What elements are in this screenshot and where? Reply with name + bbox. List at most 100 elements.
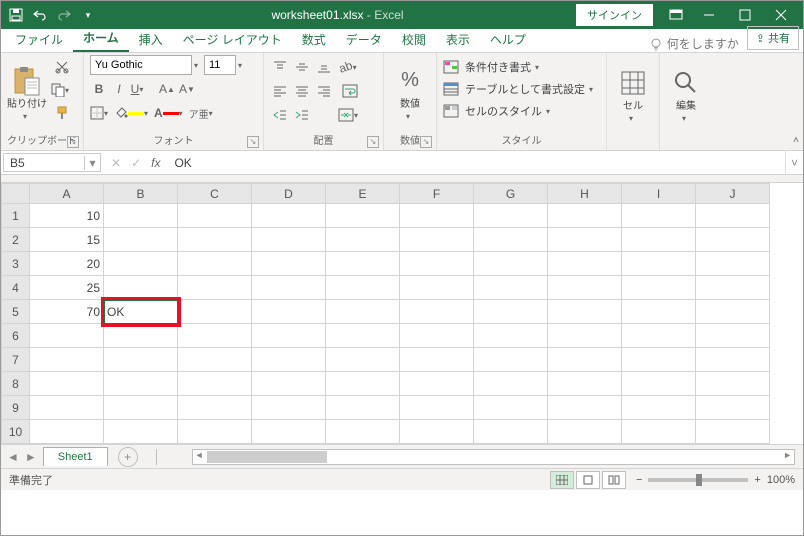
- cell-G10[interactable]: [474, 420, 548, 444]
- cell-I2[interactable]: [622, 228, 696, 252]
- close-button[interactable]: [763, 1, 799, 29]
- cell-B2[interactable]: [104, 228, 178, 252]
- column-header[interactable]: A: [30, 184, 104, 204]
- font-color-button[interactable]: A▾: [154, 103, 187, 123]
- phonetic-button[interactable]: ア亜▾: [189, 103, 217, 123]
- cell-A7[interactable]: [30, 348, 104, 372]
- decrease-indent-button[interactable]: [270, 105, 290, 125]
- undo-icon[interactable]: [29, 4, 51, 26]
- cell-D1[interactable]: [252, 204, 326, 228]
- page-layout-view-button[interactable]: [576, 471, 600, 489]
- cell-E5[interactable]: [326, 300, 400, 324]
- row-header[interactable]: 9: [2, 396, 30, 420]
- cell-B7[interactable]: [104, 348, 178, 372]
- align-bottom-button[interactable]: [314, 57, 334, 77]
- align-right-button[interactable]: [314, 81, 334, 101]
- column-header[interactable]: C: [178, 184, 252, 204]
- tab-data[interactable]: データ: [336, 27, 392, 52]
- cell-A10[interactable]: [30, 420, 104, 444]
- maximize-button[interactable]: [727, 1, 763, 29]
- sheet-prev-icon[interactable]: ◄: [7, 450, 19, 464]
- signin-button[interactable]: サインイン: [576, 4, 653, 26]
- paste-button[interactable]: 貼り付け ▾: [7, 55, 47, 130]
- cell-F3[interactable]: [400, 252, 474, 276]
- cell-H10[interactable]: [548, 420, 622, 444]
- dialog-launcher[interactable]: ↘: [420, 136, 432, 148]
- cell-A5[interactable]: 70: [30, 300, 104, 324]
- cell-H6[interactable]: [548, 324, 622, 348]
- name-box[interactable]: B5 ▾: [3, 153, 101, 172]
- cell-D6[interactable]: [252, 324, 326, 348]
- cell-A1[interactable]: 10: [30, 204, 104, 228]
- cell-J9[interactable]: [696, 396, 770, 420]
- cell-E1[interactable]: [326, 204, 400, 228]
- cell-J7[interactable]: [696, 348, 770, 372]
- sheet-next-icon[interactable]: ►: [25, 450, 37, 464]
- cell-E2[interactable]: [326, 228, 400, 252]
- share-button[interactable]: ⇪共有: [747, 26, 799, 50]
- column-header[interactable]: F: [400, 184, 474, 204]
- cell-B8[interactable]: [104, 372, 178, 396]
- cell-C7[interactable]: [178, 348, 252, 372]
- chevron-down-icon[interactable]: ▾: [84, 156, 100, 170]
- row-header[interactable]: 8: [2, 372, 30, 396]
- cell-E6[interactable]: [326, 324, 400, 348]
- tab-split-handle[interactable]: [156, 449, 168, 465]
- align-middle-button[interactable]: [292, 57, 312, 77]
- cell-G3[interactable]: [474, 252, 548, 276]
- cell-I7[interactable]: [622, 348, 696, 372]
- zoom-in-button[interactable]: +: [754, 474, 760, 486]
- cell-C6[interactable]: [178, 324, 252, 348]
- format-as-table-button[interactable]: テーブルとして書式設定▾: [443, 81, 597, 97]
- font-size-input[interactable]: [204, 55, 236, 75]
- editing-button[interactable]: 編集 ▾: [666, 55, 706, 134]
- tab-help[interactable]: ヘルプ: [480, 27, 536, 52]
- minimize-button[interactable]: [691, 1, 727, 29]
- cell-A6[interactable]: [30, 324, 104, 348]
- cell-J8[interactable]: [696, 372, 770, 396]
- wrap-text-button[interactable]: [338, 81, 362, 101]
- cell-H2[interactable]: [548, 228, 622, 252]
- tab-file[interactable]: ファイル: [5, 27, 73, 52]
- cell-H5[interactable]: [548, 300, 622, 324]
- sheet-tab[interactable]: Sheet1: [43, 447, 108, 466]
- cell-B4[interactable]: [104, 276, 178, 300]
- increase-indent-button[interactable]: [292, 105, 312, 125]
- cell-I4[interactable]: [622, 276, 696, 300]
- cell-I10[interactable]: [622, 420, 696, 444]
- cell-C1[interactable]: [178, 204, 252, 228]
- fill-color-button[interactable]: ▾: [114, 103, 152, 123]
- merge-button[interactable]: ▾: [338, 105, 362, 125]
- italic-button[interactable]: I: [110, 79, 128, 99]
- cut-button[interactable]: [51, 57, 73, 77]
- cell-F7[interactable]: [400, 348, 474, 372]
- cell-E7[interactable]: [326, 348, 400, 372]
- cell-F5[interactable]: [400, 300, 474, 324]
- tab-view[interactable]: 表示: [436, 27, 480, 52]
- row-header[interactable]: 2: [2, 228, 30, 252]
- cell-I6[interactable]: [622, 324, 696, 348]
- cell-J3[interactable]: [696, 252, 770, 276]
- cell-styles-button[interactable]: セルのスタイル▾: [443, 103, 597, 119]
- cell-I9[interactable]: [622, 396, 696, 420]
- cell-G1[interactable]: [474, 204, 548, 228]
- zoom-out-button[interactable]: −: [636, 474, 642, 486]
- dialog-launcher[interactable]: ↘: [247, 136, 259, 148]
- row-header[interactable]: 7: [2, 348, 30, 372]
- cell-C9[interactable]: [178, 396, 252, 420]
- horizontal-scrollbar[interactable]: [192, 449, 795, 465]
- tell-me[interactable]: 何をしますか: [641, 35, 747, 52]
- font-name-input[interactable]: [90, 55, 192, 75]
- formula-input[interactable]: OK: [168, 151, 785, 174]
- column-header[interactable]: H: [548, 184, 622, 204]
- cell-F1[interactable]: [400, 204, 474, 228]
- cell-G2[interactable]: [474, 228, 548, 252]
- dialog-launcher[interactable]: ↘: [67, 136, 79, 148]
- enter-icon[interactable]: ✓: [131, 156, 141, 170]
- bold-button[interactable]: B: [90, 79, 108, 99]
- row-header[interactable]: 5: [2, 300, 30, 324]
- cell-B3[interactable]: [104, 252, 178, 276]
- dialog-launcher[interactable]: ↘: [367, 136, 379, 148]
- cell-F6[interactable]: [400, 324, 474, 348]
- cell-I3[interactable]: [622, 252, 696, 276]
